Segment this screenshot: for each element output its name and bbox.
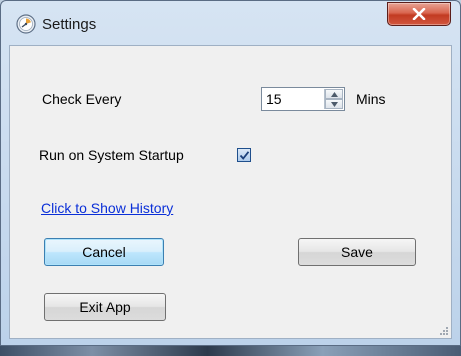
settings-app-icon (16, 14, 36, 34)
show-history-link[interactable]: Click to Show History (41, 200, 173, 216)
save-button[interactable]: Save (298, 238, 416, 266)
stepper-down-button[interactable] (325, 99, 343, 109)
interval-unit-label: Mins (356, 91, 386, 107)
checkmark-icon (239, 151, 250, 160)
window-title: Settings (42, 16, 97, 33)
exit-app-button[interactable]: Exit App (44, 293, 166, 321)
client-area: Check Every Mins Run on System Startup C… (9, 45, 452, 339)
check-every-label: Check Every (42, 91, 122, 107)
settings-window: Settings Check Every Mins Run on System … (0, 0, 461, 346)
chevron-up-icon (331, 92, 338, 97)
stepper-buttons (324, 89, 343, 109)
interval-stepper[interactable] (261, 87, 345, 111)
startup-checkbox[interactable] (237, 148, 251, 162)
startup-label: Run on System Startup (39, 147, 184, 163)
resize-grip-icon[interactable] (439, 326, 449, 336)
interval-input[interactable] (264, 90, 324, 108)
cancel-button[interactable]: Cancel (44, 238, 164, 266)
title-bar[interactable]: Settings (1, 1, 460, 45)
chevron-down-icon (331, 102, 338, 107)
stepper-up-button[interactable] (325, 89, 343, 99)
close-button[interactable] (387, 2, 451, 26)
close-icon (412, 8, 426, 20)
